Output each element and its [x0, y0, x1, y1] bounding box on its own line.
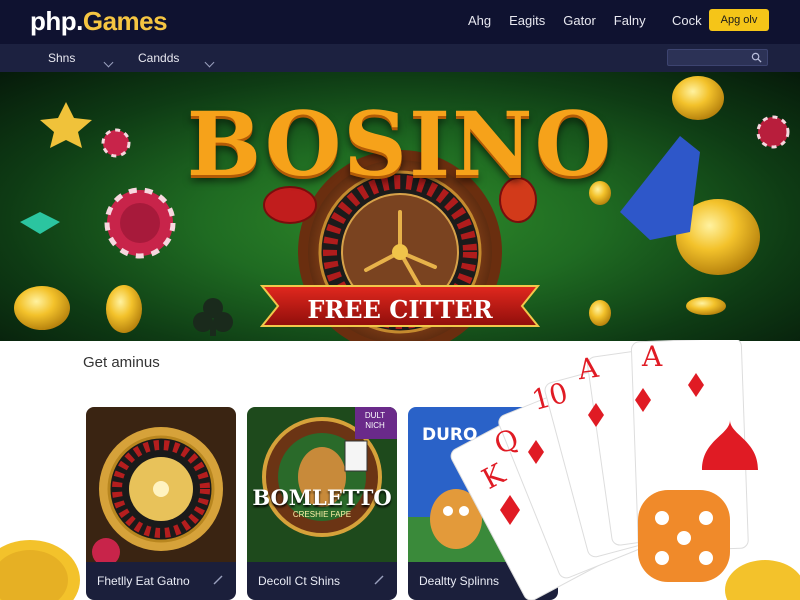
card-rank-a-1: A: [575, 350, 601, 387]
game-card-2[interactable]: BOMLETTO CRESHIE FAPE DULT NICH Decoll C…: [247, 407, 397, 600]
logo-php-text: php.: [30, 6, 83, 36]
subnav-item-2[interactable]: Candds: [138, 51, 179, 65]
chevron-down-icon[interactable]: [103, 53, 114, 71]
search-input[interactable]: [667, 49, 768, 66]
card-footer: Dealtty Splinns: [408, 562, 558, 600]
banner-title: BOSINO: [186, 92, 614, 196]
edit-icon[interactable]: [212, 574, 224, 586]
section-title: Get aminus: [83, 354, 160, 371]
nav-link-1[interactable]: Ahg: [468, 13, 491, 28]
game-card-1[interactable]: Fhetlly Eat Gatno: [86, 407, 236, 600]
site-logo[interactable]: php.Games: [30, 6, 168, 37]
app-button[interactable]: Apg olv: [709, 9, 769, 31]
logo-games-text: Games: [82, 6, 168, 36]
banner-ribbon-text[interactable]: FREE CITTER: [262, 295, 538, 324]
duro-art: [408, 407, 558, 562]
card-label: Decoll Ct Shins: [258, 574, 341, 588]
hero-banner[interactable]: BOSINO FREE CITTER: [0, 72, 800, 341]
nav-link-4[interactable]: Falny: [614, 13, 646, 28]
roulette-art: [86, 407, 236, 562]
card-footer: Fhetlly Eat Gatno: [86, 562, 236, 600]
card-label: Fhetlly Eat Gatno: [97, 574, 190, 588]
cook-link[interactable]: Cock: [672, 13, 702, 28]
card-footer: Decoll Ct Shins: [247, 562, 397, 600]
nav-link-2[interactable]: Eagits: [509, 13, 545, 28]
game-card-3[interactable]: DURO Dealtty Splinns: [408, 407, 558, 600]
edit-icon[interactable]: [534, 574, 546, 586]
edit-icon[interactable]: [373, 574, 385, 586]
subnav-item-1[interactable]: Shns: [48, 51, 75, 65]
nav-link-3[interactable]: Gator: [563, 13, 596, 28]
chevron-down-icon[interactable]: [204, 53, 215, 71]
main-nav-links: Ahg Eagits Gator Falny: [468, 13, 646, 28]
search-icon[interactable]: [751, 52, 762, 63]
top-navigation-bar: php.Games Ahg Eagits Gator Falny Cock Ap…: [0, 0, 800, 44]
bomletto-art: [247, 407, 397, 562]
card-label: Dealtty Splinns: [419, 574, 500, 588]
gold-coin-decoration: [0, 540, 80, 600]
card-rank-a-2: A: [642, 340, 663, 373]
